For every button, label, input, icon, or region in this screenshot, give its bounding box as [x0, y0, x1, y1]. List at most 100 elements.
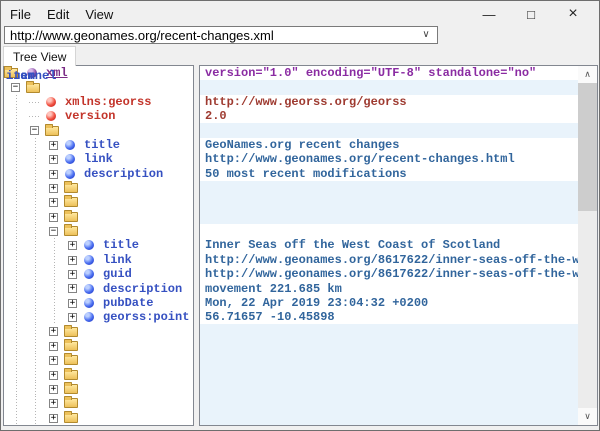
expand-icon[interactable]: + — [49, 414, 58, 423]
tree-node-label[interactable]: description — [102, 282, 182, 296]
tree-node-label[interactable]: pubDate — [102, 296, 153, 310]
tree-row[interactable]: +item — [4, 181, 193, 195]
tree-connector: + — [45, 411, 64, 425]
address-input[interactable] — [5, 27, 415, 43]
expand-icon[interactable]: + — [49, 184, 58, 193]
expand-icon[interactable]: + — [49, 327, 58, 336]
vertical-scrollbar[interactable]: ∧ ∨ — [578, 66, 597, 425]
tree-node-label[interactable]: link — [83, 152, 113, 166]
tree-row[interactable]: + pubDate — [4, 296, 193, 310]
scroll-up-button[interactable]: ∧ — [578, 66, 597, 83]
expand-icon[interactable]: + — [68, 284, 77, 293]
tree-node-label[interactable]: version — [64, 109, 115, 123]
tree-guide-line — [7, 210, 26, 224]
xml-tree-pane: xml−rssxmlns:georssversion−channel+title… — [3, 65, 194, 426]
minimize-button[interactable]: — — [468, 2, 510, 26]
menu-view[interactable]: View — [77, 4, 121, 25]
value-row: http://www.georss.org/georss — [200, 95, 578, 109]
tree-row[interactable]: +item — [4, 368, 193, 382]
expand-icon[interactable]: + — [49, 342, 58, 351]
tree-node-label[interactable]: xmlns:georss — [64, 95, 151, 109]
tree-guide-line — [7, 281, 26, 295]
chevron-down-icon: ∨ — [584, 411, 591, 421]
value-text: version="1.0" encoding="UTF-8" standalon… — [205, 66, 536, 80]
tree-row[interactable]: +item — [4, 210, 193, 224]
combobox-dropdown-button[interactable]: ∨ — [415, 27, 437, 43]
expand-icon[interactable]: + — [49, 198, 58, 207]
menu-file[interactable]: File — [2, 4, 39, 25]
tree-node-label[interactable]: guid — [102, 267, 132, 281]
expand-icon[interactable]: + — [49, 141, 58, 150]
tree-row[interactable]: + georss:point — [4, 310, 193, 324]
tree-row[interactable]: +item — [4, 339, 193, 353]
menu-edit[interactable]: Edit — [39, 4, 77, 25]
tree-guide-line — [26, 353, 45, 367]
tree-row[interactable]: + description — [4, 281, 193, 295]
folder-icon — [64, 325, 79, 339]
tree-node-label[interactable]: description — [83, 167, 163, 181]
collapse-icon[interactable]: − — [11, 83, 20, 92]
tree-row[interactable]: + description — [4, 167, 193, 181]
tree-row[interactable]: xmlns:georss — [4, 95, 193, 109]
folder-icon — [64, 382, 79, 396]
value-row — [200, 224, 578, 238]
tree-row[interactable]: + title — [4, 138, 193, 152]
tree-guide-line — [26, 253, 45, 267]
tree-guide-line — [45, 281, 64, 295]
close-icon: × — [568, 5, 577, 23]
value-row — [200, 123, 578, 137]
tree-row[interactable]: +item — [4, 324, 193, 338]
expand-icon[interactable]: + — [68, 256, 77, 265]
close-button[interactable]: × — [552, 2, 594, 26]
tree-row[interactable]: +item — [4, 382, 193, 396]
tree-row[interactable]: −channel — [4, 123, 193, 137]
expand-icon[interactable]: + — [49, 155, 58, 164]
tree-node-label[interactable]: georss:point — [102, 310, 189, 324]
expand-icon[interactable]: + — [49, 371, 58, 380]
expand-icon[interactable]: + — [68, 299, 77, 308]
tree-row[interactable]: +item — [4, 195, 193, 209]
tree-row[interactable]: + link — [4, 253, 193, 267]
scroll-down-button[interactable]: ∨ — [578, 408, 597, 425]
expand-icon[interactable]: + — [68, 241, 77, 250]
attribute-icon — [45, 109, 60, 123]
tree-guide-line — [26, 368, 45, 382]
value-text: http://www.geonames.org/8617622/inner-se… — [205, 253, 578, 267]
collapse-icon[interactable]: − — [49, 227, 58, 236]
tree-row[interactable]: +item — [4, 396, 193, 410]
value-text: Inner Seas off the West Coast of Scotlan… — [205, 238, 500, 252]
tree-guide-line — [7, 296, 26, 310]
tree-node-label[interactable]: link — [102, 253, 132, 267]
expand-icon[interactable]: + — [49, 399, 58, 408]
tree-row[interactable]: +item — [4, 411, 193, 425]
expand-icon[interactable]: + — [49, 356, 58, 365]
tree-row[interactable]: version — [4, 109, 193, 123]
maximize-button[interactable]: □ — [510, 2, 552, 26]
tree-node-label[interactable]: title — [83, 138, 120, 152]
tree-row[interactable]: +item — [4, 353, 193, 367]
value-row — [200, 353, 578, 367]
tree-row[interactable]: + title — [4, 238, 193, 252]
value-text: movement 221.685 km — [205, 282, 342, 296]
folder-icon — [64, 181, 79, 195]
tree-guide-line — [26, 382, 45, 396]
tree-guide-line — [26, 310, 45, 324]
tree-node-label[interactable]: title — [102, 238, 139, 252]
tree-guide-line — [7, 123, 26, 137]
expand-icon[interactable]: + — [49, 170, 58, 179]
tab-tree-view[interactable]: Tree View — [3, 46, 76, 66]
tree-row[interactable]: + link — [4, 152, 193, 166]
expand-icon[interactable]: + — [68, 313, 77, 322]
expand-icon[interactable]: + — [68, 270, 77, 279]
tree-guide-line — [7, 382, 26, 396]
value-row: 50 most recent modifications — [200, 167, 578, 181]
window-controls: — □ × — [468, 2, 594, 26]
tree-row[interactable]: −item — [4, 224, 193, 238]
tree-guide-line — [26, 138, 45, 152]
scrollbar-thumb[interactable] — [578, 83, 597, 211]
collapse-icon[interactable]: − — [30, 126, 39, 135]
tree-row[interactable]: + guid — [4, 267, 193, 281]
expand-icon[interactable]: + — [49, 385, 58, 394]
expand-icon[interactable]: + — [49, 213, 58, 222]
value-text: GeoNames.org recent changes — [205, 138, 399, 152]
